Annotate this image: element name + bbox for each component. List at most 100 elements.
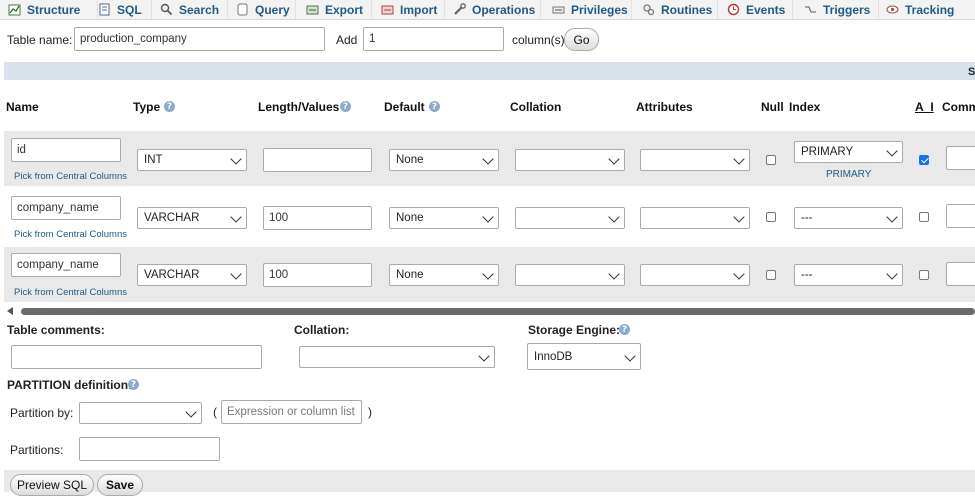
header-comments: Comm: [942, 100, 975, 114]
partitions-input[interactable]: [79, 437, 220, 461]
top-nav: Structure SQL Search Query Export Import: [0, 0, 975, 20]
pick-central-columns-link[interactable]: Pick from Central Columns: [14, 287, 127, 298]
auto-increment-checkbox[interactable]: [919, 270, 929, 280]
collation-select[interactable]: [515, 149, 625, 171]
tab-routines[interactable]: Routines: [642, 0, 718, 19]
header-auto-increment: A_I: [915, 100, 934, 114]
partition-by-select[interactable]: [79, 402, 202, 424]
type-help-icon[interactable]: ?: [164, 101, 175, 112]
comments-input[interactable]: [946, 204, 975, 228]
default-select[interactable]: None: [389, 264, 499, 286]
tab-query[interactable]: Query: [236, 0, 296, 19]
attributes-select[interactable]: [640, 264, 750, 286]
storage-engine-label: Storage Engine:: [528, 323, 621, 337]
pick-central-columns-link[interactable]: Pick from Central Columns: [14, 229, 127, 240]
partition-expression-input[interactable]: Expression or column list: [221, 400, 362, 424]
table-name-input[interactable]: production_company: [74, 27, 325, 51]
chevron-down-icon: [886, 211, 898, 223]
index-select[interactable]: ---: [794, 207, 903, 229]
chevron-down-icon: [733, 268, 745, 280]
columns-label: column(s): [512, 33, 565, 47]
close-paren: ): [368, 405, 372, 419]
attributes-select[interactable]: [640, 149, 750, 171]
null-checkbox[interactable]: [766, 270, 776, 280]
chevron-down-icon: [230, 268, 242, 280]
table-comments-input[interactable]: [11, 345, 262, 369]
go-button[interactable]: Go: [564, 28, 599, 51]
table-collation-select[interactable]: [299, 346, 495, 368]
tab-structure[interactable]: Structure: [8, 0, 98, 19]
null-checkbox[interactable]: [766, 155, 776, 165]
routines-icon: [642, 3, 655, 16]
length-help-icon[interactable]: ?: [340, 101, 351, 112]
export-icon: [306, 3, 319, 16]
index-select[interactable]: PRIMARY: [794, 141, 903, 163]
chevron-down-icon: [608, 268, 620, 280]
default-help-icon[interactable]: ?: [429, 101, 440, 112]
tab-privileges[interactable]: Privileges: [552, 0, 632, 19]
header-name: Name: [6, 100, 39, 114]
default-select[interactable]: None: [389, 149, 499, 171]
chevron-down-icon: [230, 211, 242, 223]
auto-increment-checkbox[interactable]: [919, 212, 929, 222]
add-columns-input[interactable]: 1: [363, 27, 504, 51]
scroll-left-arrow[interactable]: [7, 307, 13, 315]
type-select[interactable]: VARCHAR: [137, 207, 247, 229]
clock-icon: [727, 3, 740, 16]
table-comments-label: Table comments:: [7, 323, 105, 337]
partition-title: PARTITION definition:: [7, 378, 133, 392]
save-button[interactable]: Save: [97, 474, 143, 496]
length-input[interactable]: 100: [263, 206, 372, 230]
chevron-down-icon: [482, 211, 494, 223]
privileges-icon: [552, 3, 565, 16]
horizontal-scrollbar[interactable]: [21, 308, 975, 315]
partition-help-icon[interactable]: ?: [128, 379, 139, 390]
chevron-down-icon: [185, 406, 197, 418]
chevron-down-icon: [482, 268, 494, 280]
query-icon: [236, 3, 249, 16]
tab-search[interactable]: Search: [160, 0, 228, 19]
tab-events[interactable]: Events: [727, 0, 793, 19]
index-note-link[interactable]: PRIMARY: [826, 169, 871, 180]
auto-increment-checkbox[interactable]: [919, 155, 929, 165]
tab-import[interactable]: Import: [381, 0, 445, 19]
collation-select[interactable]: [515, 207, 625, 229]
attributes-select[interactable]: [640, 207, 750, 229]
comments-input[interactable]: [946, 262, 975, 286]
chevron-down-icon: [733, 153, 745, 165]
chevron-down-icon: [624, 350, 636, 362]
wrench-icon: [453, 3, 466, 16]
length-input[interactable]: [263, 148, 372, 172]
default-select[interactable]: None: [389, 207, 499, 229]
chevron-down-icon: [478, 350, 490, 362]
footer-bar: [4, 470, 975, 492]
column-name-input[interactable]: company_name: [11, 253, 121, 277]
chevron-down-icon: [886, 145, 898, 157]
type-select[interactable]: INT: [137, 149, 247, 171]
null-checkbox[interactable]: [766, 212, 776, 222]
band-cut-label: S: [968, 66, 975, 78]
pick-central-columns-link[interactable]: Pick from Central Columns: [14, 171, 127, 182]
chevron-down-icon: [733, 211, 745, 223]
index-select[interactable]: ---: [794, 264, 903, 286]
add-label: Add: [336, 33, 358, 47]
tab-tracking[interactable]: Tracking: [886, 0, 966, 19]
comments-input[interactable]: [946, 146, 975, 170]
preview-sql-button[interactable]: Preview SQL: [10, 474, 94, 496]
collation-select[interactable]: [515, 264, 625, 286]
column-name-input[interactable]: company_name: [11, 196, 121, 220]
storage-engine-select[interactable]: InnoDB: [527, 343, 641, 370]
column-name-input[interactable]: id: [11, 138, 121, 162]
header-length: Length/Values: [258, 100, 340, 114]
tab-triggers[interactable]: Triggers: [804, 0, 879, 19]
partition-by-label: Partition by:: [10, 406, 74, 420]
storage-engine-help-icon[interactable]: ?: [619, 324, 630, 335]
type-select[interactable]: VARCHAR: [137, 264, 247, 286]
columns-band: [4, 62, 975, 80]
length-input[interactable]: 100: [263, 263, 372, 287]
header-null: Null: [761, 100, 784, 114]
triggers-icon: [804, 3, 817, 16]
tab-operations[interactable]: Operations: [453, 0, 541, 19]
tab-export[interactable]: Export: [306, 0, 372, 19]
tab-sql[interactable]: SQL: [98, 0, 152, 19]
